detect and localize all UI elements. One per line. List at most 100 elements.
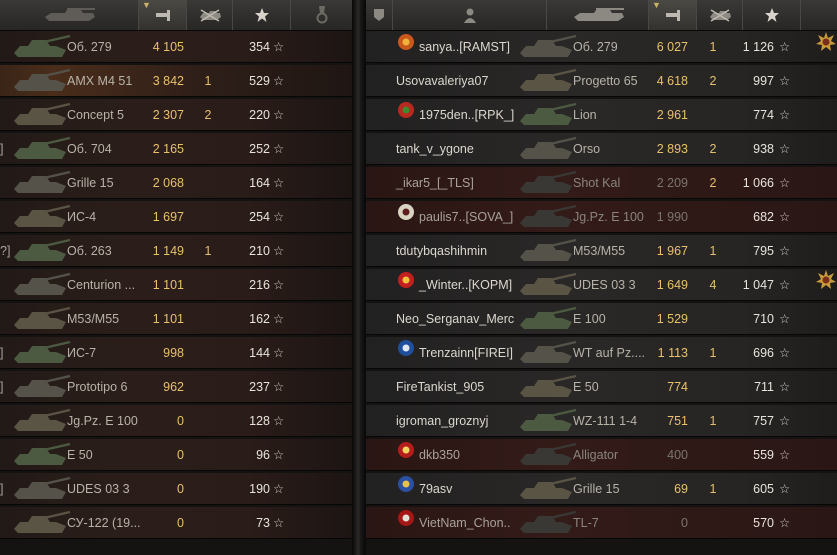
tank-icon (516, 509, 578, 537)
table-row[interactable]: Trenzainn[FIREI] WT auf Pz.... 1 113 1 696 ☆ (366, 337, 837, 369)
damage-value: 2 165 (152, 142, 184, 156)
damage-value: 0 (177, 482, 184, 496)
star-icon: ☆ (273, 414, 285, 428)
sort-by-tank-button[interactable] (0, 0, 138, 30)
table-row[interactable]: ИС-4 1 697 254 ☆ (0, 201, 352, 233)
sort-by-kills-button[interactable] (696, 0, 742, 30)
table-row[interactable]: СУ-122 (19... 0 73 ☆ (0, 507, 352, 539)
sort-by-damage-button[interactable]: ▼ (648, 0, 696, 30)
table-row[interactable]: ] UDES 03 3 0 190 ☆ (0, 473, 352, 505)
xp-value: 774 (753, 108, 774, 122)
table-row[interactable]: E 50 0 96 ☆ (0, 439, 352, 471)
table-row[interactable]: 1975den..[RPK_] Lion 2 961 774 ☆ (366, 99, 837, 131)
vehicle-name: Jg.Pz. E 100 (67, 414, 138, 428)
tank-icon (516, 441, 578, 469)
tank-icon (10, 169, 72, 197)
xp-value: 757 (753, 414, 774, 428)
star-icon: ☆ (273, 278, 285, 292)
table-row[interactable]: Grille 15 2 068 164 ☆ (0, 167, 352, 199)
damage-value: 6 027 (656, 40, 688, 54)
damage-value: 962 (163, 380, 184, 394)
table-row[interactable]: igroman_groznyj WZ-111 1-4 751 1 757 ☆ (366, 405, 837, 437)
tank-icon (10, 33, 72, 61)
tank-icon (516, 135, 578, 163)
sort-by-xp-button[interactable] (232, 0, 290, 30)
sort-indicator: ▼ (142, 0, 151, 10)
xp-value: 220 (249, 108, 270, 122)
xp-value: 710 (753, 312, 774, 326)
table-row[interactable]: Centurion ... 1 101 216 ☆ (0, 269, 352, 301)
table-row[interactable]: dkb350 Alligator 400 559 ☆ (366, 439, 837, 471)
vehicle-name: Об. 279 (573, 40, 618, 54)
xp-value: 1 126 (742, 40, 774, 54)
vehicle-name: AMX M4 51 (67, 74, 133, 88)
table-row[interactable]: Об. 279 4 105 354 ☆ (0, 31, 352, 63)
table-row[interactable]: sanya..[RAMST] Об. 279 6 027 1 1 126 ☆ (366, 31, 837, 63)
table-row[interactable]: Jg.Pz. E 100 0 128 ☆ (0, 405, 352, 437)
tank-icon (10, 305, 72, 333)
table-row[interactable]: VietNam_Chon.. TL-7 0 570 ☆ (366, 507, 837, 539)
xp-value: 938 (753, 142, 774, 156)
xp-value: 1 066 (742, 176, 774, 190)
table-row[interactable]: tdutybqashihmin M53/M55 1 967 1 795 ☆ (366, 235, 837, 267)
table-row[interactable]: paulis7..[SOVA_] Jg.Pz. E 100 1 990 682 ☆ (366, 201, 837, 233)
table-row[interactable]: _Winter..[KOPM] UDES 03 31 649 4 1 047 ☆ (366, 269, 837, 301)
damage-value: 1 649 (656, 278, 688, 292)
star-icon: ☆ (273, 516, 285, 530)
xp-value: 696 (753, 346, 774, 360)
sort-by-kills-button[interactable] (186, 0, 232, 30)
table-row[interactable]: AMX M4 51 3 842 1 529 ☆ (0, 65, 352, 97)
vehicle-name: Jg.Pz. E 100 (573, 210, 644, 224)
star-icon: ☆ (779, 414, 791, 428)
table-row[interactable]: ] ИС-7 998 144 ☆ (0, 337, 352, 369)
damage-value: 1 149 (152, 244, 184, 258)
vehicle-name: СУ-122 (19... (67, 516, 141, 530)
sort-by-medals-button[interactable] (800, 0, 837, 30)
tank-icon (10, 271, 72, 299)
table-row[interactable]: 79asv Grille 15 69 1 605 ☆ (366, 473, 837, 505)
kills-value: 1 (204, 244, 212, 258)
star-icon: ☆ (779, 74, 791, 88)
kills-value: 1 (709, 244, 717, 258)
table-row[interactable]: FireTankist_905 E 50 774 711 ☆ (366, 371, 837, 403)
table-row[interactable]: tank_v_ygone Orso 2 893 2 938 ☆ (366, 133, 837, 165)
table-row[interactable]: Usovavaleriya07 Progetto 65 4 618 2 997 ☆ (366, 65, 837, 97)
medal-icon (815, 31, 837, 53)
table-row[interactable]: _ikar5_[_TLS] Shot Kal 2 209 2 1 066 ☆ (366, 167, 837, 199)
table-row[interactable]: Concept 5 2 307 2 220 ☆ (0, 99, 352, 131)
table-row[interactable]: ] Об. 704 2 165 252 ☆ (0, 133, 352, 165)
table-row[interactable]: ] Prototipo 6 962 237 ☆ (0, 371, 352, 403)
vehicle-name: ИС-4 (67, 210, 97, 224)
star-icon: ☆ (779, 210, 791, 224)
sort-by-xp-button[interactable] (742, 0, 800, 30)
tank-icon (516, 237, 578, 265)
xp-value: 252 (249, 142, 270, 156)
vehicle-name: WT auf Pz.... (573, 346, 646, 360)
vehicle-name: Centurion ... (67, 278, 136, 292)
vehicle-name: Orso (573, 142, 601, 156)
sort-by-player-button[interactable] (392, 0, 546, 30)
clan-badge-icon (397, 473, 414, 492)
clan-badge-icon (397, 337, 414, 356)
star-icon: ☆ (779, 346, 791, 360)
xp-value: 1 047 (742, 278, 774, 292)
sort-by-tank-button[interactable] (546, 0, 648, 30)
table-row[interactable]: Neo_Serganav_Merc E 100 1 529 710 ☆ (366, 303, 837, 335)
table-row[interactable]: ?] Об. 263 1 149 1 210 ☆ (0, 235, 352, 267)
star-icon: ☆ (779, 142, 791, 156)
damage-value: 4 618 (656, 74, 688, 88)
sort-by-damage-button[interactable]: ▼ (138, 0, 186, 30)
table-row[interactable]: M53/M55 1 101 162 ☆ (0, 303, 352, 335)
star-icon: ☆ (779, 244, 791, 258)
damage-value: 2 068 (152, 176, 184, 190)
sort-by-medals-button[interactable] (290, 0, 352, 30)
tank-icon (10, 203, 72, 231)
damage-value: 0 (177, 414, 184, 428)
vehicle-name: Prototipo 6 (67, 380, 128, 394)
clan-badge-icon (397, 201, 414, 220)
sort-by-clan-button[interactable] (366, 0, 392, 30)
damage-value: 0 (177, 448, 184, 462)
star-icon: ☆ (273, 210, 285, 224)
damage-value: 1 113 (657, 346, 688, 360)
kills-value: 1 (709, 346, 717, 360)
